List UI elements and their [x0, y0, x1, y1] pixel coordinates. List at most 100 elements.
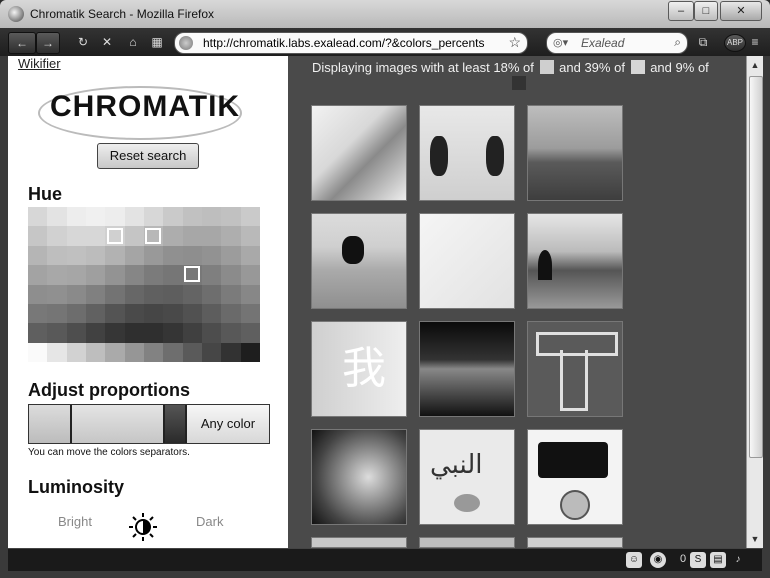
addon-icon[interactable]: ☺: [626, 552, 642, 568]
proportion-segment-1[interactable]: [29, 405, 72, 443]
hue-swatch[interactable]: [86, 226, 106, 246]
hue-swatch[interactable]: [163, 303, 183, 324]
result-thumbnail[interactable]: [527, 537, 623, 548]
chromatik-logo[interactable]: CHROMATIK: [38, 78, 258, 140]
hue-swatch[interactable]: [86, 245, 106, 266]
hue-swatch[interactable]: [105, 323, 125, 343]
adblock-icon[interactable]: ABP: [724, 34, 746, 52]
hue-swatch[interactable]: [202, 323, 222, 343]
result-thumbnail[interactable]: [419, 213, 515, 309]
result-thumbnail[interactable]: النبي: [419, 429, 515, 525]
hue-swatch[interactable]: [144, 265, 164, 285]
result-thumbnail[interactable]: 我: [311, 321, 407, 417]
result-thumbnail[interactable]: [419, 537, 515, 548]
hue-swatch[interactable]: [47, 265, 67, 285]
hue-swatch[interactable]: [124, 207, 144, 227]
hue-swatch[interactable]: [66, 226, 86, 246]
selected-color-marker[interactable]: [145, 228, 161, 244]
hue-swatch[interactable]: [144, 323, 164, 343]
hue-color-grid[interactable]: [28, 207, 260, 362]
result-thumbnail[interactable]: [527, 105, 623, 201]
hue-swatch[interactable]: [124, 303, 144, 324]
hue-swatch[interactable]: [221, 323, 241, 343]
hue-swatch[interactable]: [163, 284, 183, 304]
scroll-up-arrow[interactable]: ▲: [748, 58, 762, 72]
hue-swatch[interactable]: [66, 342, 86, 362]
hue-swatch[interactable]: [182, 245, 202, 266]
hue-swatch[interactable]: [182, 284, 202, 304]
hue-swatch[interactable]: [163, 323, 183, 343]
hue-swatch[interactable]: [47, 226, 67, 246]
hue-swatch[interactable]: [221, 207, 241, 227]
hue-swatch[interactable]: [240, 226, 260, 246]
hue-swatch[interactable]: [28, 207, 48, 227]
search-icon[interactable]: ⌕: [674, 35, 681, 50]
reset-search-button[interactable]: Reset search: [97, 143, 199, 169]
proportion-slider[interactable]: Any color: [28, 404, 270, 444]
hue-swatch[interactable]: [47, 323, 67, 343]
result-thumbnail[interactable]: [527, 321, 623, 417]
dark-option[interactable]: Dark: [196, 514, 223, 529]
search-input[interactable]: Exalead: [581, 36, 624, 50]
hue-swatch[interactable]: [124, 342, 144, 362]
hue-swatch[interactable]: [163, 265, 183, 285]
hue-swatch[interactable]: [124, 226, 144, 246]
result-thumbnail[interactable]: [311, 213, 407, 309]
hue-swatch[interactable]: [221, 265, 241, 285]
hue-swatch[interactable]: [240, 303, 260, 324]
hue-swatch[interactable]: [124, 284, 144, 304]
skype-icon[interactable]: S: [690, 552, 706, 568]
hue-swatch[interactable]: [221, 226, 241, 246]
result-thumbnail[interactable]: [527, 213, 623, 309]
url-text[interactable]: http://chromatik.labs.exalead.com/?&colo…: [203, 36, 503, 50]
eye-icon[interactable]: ◉: [650, 552, 666, 568]
hue-swatch[interactable]: [86, 342, 106, 362]
result-thumbnail[interactable]: [419, 321, 515, 417]
hue-swatch[interactable]: [28, 245, 48, 266]
any-color-segment[interactable]: Any color: [187, 405, 269, 443]
hue-swatch[interactable]: [28, 303, 48, 324]
url-bar[interactable]: http://chromatik.labs.exalead.com/?&colo…: [174, 32, 528, 54]
hue-swatch[interactable]: [124, 323, 144, 343]
hue-swatch[interactable]: [144, 342, 164, 362]
hue-swatch[interactable]: [124, 245, 144, 266]
proportion-segment-3[interactable]: [165, 405, 187, 443]
hue-swatch[interactable]: [240, 265, 260, 285]
hue-swatch[interactable]: [240, 207, 260, 227]
hue-swatch[interactable]: [105, 342, 125, 362]
hue-swatch[interactable]: [221, 284, 241, 304]
forward-button[interactable]: →: [36, 32, 60, 54]
hue-swatch[interactable]: [163, 245, 183, 266]
search-bar[interactable]: ◎▾ Exalead ⌕: [546, 32, 688, 54]
hue-swatch[interactable]: [202, 245, 222, 266]
hue-swatch[interactable]: [240, 284, 260, 304]
hue-swatch[interactable]: [105, 303, 125, 324]
wikifier-link[interactable]: Wikifier: [18, 56, 61, 71]
hue-swatch[interactable]: [221, 342, 241, 362]
hue-swatch[interactable]: [47, 207, 67, 227]
hue-swatch[interactable]: [86, 284, 106, 304]
hue-swatch[interactable]: [86, 207, 106, 227]
hue-swatch[interactable]: [47, 342, 67, 362]
result-thumbnail[interactable]: [311, 537, 407, 548]
result-thumbnail[interactable]: [311, 105, 407, 201]
hue-swatch[interactable]: [240, 342, 260, 362]
vertical-scrollbar[interactable]: ▲ ▼: [746, 56, 763, 548]
hue-swatch[interactable]: [202, 265, 222, 285]
hue-swatch[interactable]: [47, 284, 67, 304]
hue-swatch[interactable]: [221, 303, 241, 324]
hue-swatch[interactable]: [144, 303, 164, 324]
hue-swatch[interactable]: [202, 226, 222, 246]
hue-swatch[interactable]: [202, 284, 222, 304]
hue-swatch[interactable]: [202, 207, 222, 227]
search-engine-icon[interactable]: ◎▾: [553, 36, 568, 49]
hue-swatch[interactable]: [202, 303, 222, 324]
hue-swatch[interactable]: [66, 303, 86, 324]
menu-icon[interactable]: ≡: [748, 32, 762, 52]
hue-swatch[interactable]: [86, 303, 106, 324]
hue-swatch[interactable]: [182, 342, 202, 362]
luminosity-sun-icon[interactable]: [128, 512, 158, 542]
result-thumbnail[interactable]: [311, 429, 407, 525]
result-thumbnail[interactable]: [419, 105, 515, 201]
hue-swatch[interactable]: [182, 226, 202, 246]
